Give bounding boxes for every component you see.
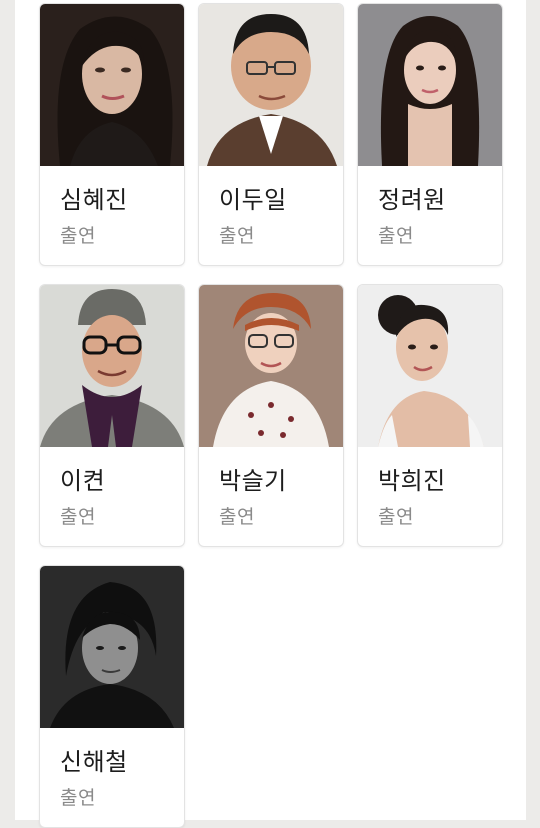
cast-photo: [199, 4, 343, 166]
cast-photo: [40, 285, 184, 447]
cast-name: 이켠: [60, 467, 106, 495]
cast-photo: [358, 285, 502, 447]
cast-photo: [40, 4, 184, 166]
cast-name: 박희진: [378, 467, 446, 495]
cast-name: 신해철: [60, 748, 128, 776]
cast-photo: [40, 566, 184, 728]
cast-name: 이두일: [219, 186, 287, 214]
cast-role: 출연: [60, 506, 96, 528]
cast-role: 출연: [60, 225, 96, 247]
cast-photo: [199, 285, 343, 447]
cast-card[interactable]: 박슬기 출연: [198, 284, 344, 547]
cast-card[interactable]: 박희진 출연: [357, 284, 503, 547]
cast-role: 출연: [378, 225, 414, 247]
cast-name: 심혜진: [60, 186, 128, 214]
cast-name: 박슬기: [219, 467, 287, 495]
cast-role: 출연: [219, 506, 255, 528]
cast-card[interactable]: 신해철 출연: [39, 565, 185, 828]
cast-name: 정려원: [378, 186, 446, 214]
cast-role: 출연: [60, 787, 96, 809]
cast-role: 출연: [378, 506, 414, 528]
cast-card[interactable]: 이두일 출연: [198, 3, 344, 266]
cast-photo: [358, 4, 502, 166]
cast-card[interactable]: 정려원 출연: [357, 3, 503, 266]
cast-role: 출연: [219, 225, 255, 247]
cast-card[interactable]: 이켠 출연: [39, 284, 185, 547]
cast-card[interactable]: 심혜진 출연: [39, 3, 185, 266]
